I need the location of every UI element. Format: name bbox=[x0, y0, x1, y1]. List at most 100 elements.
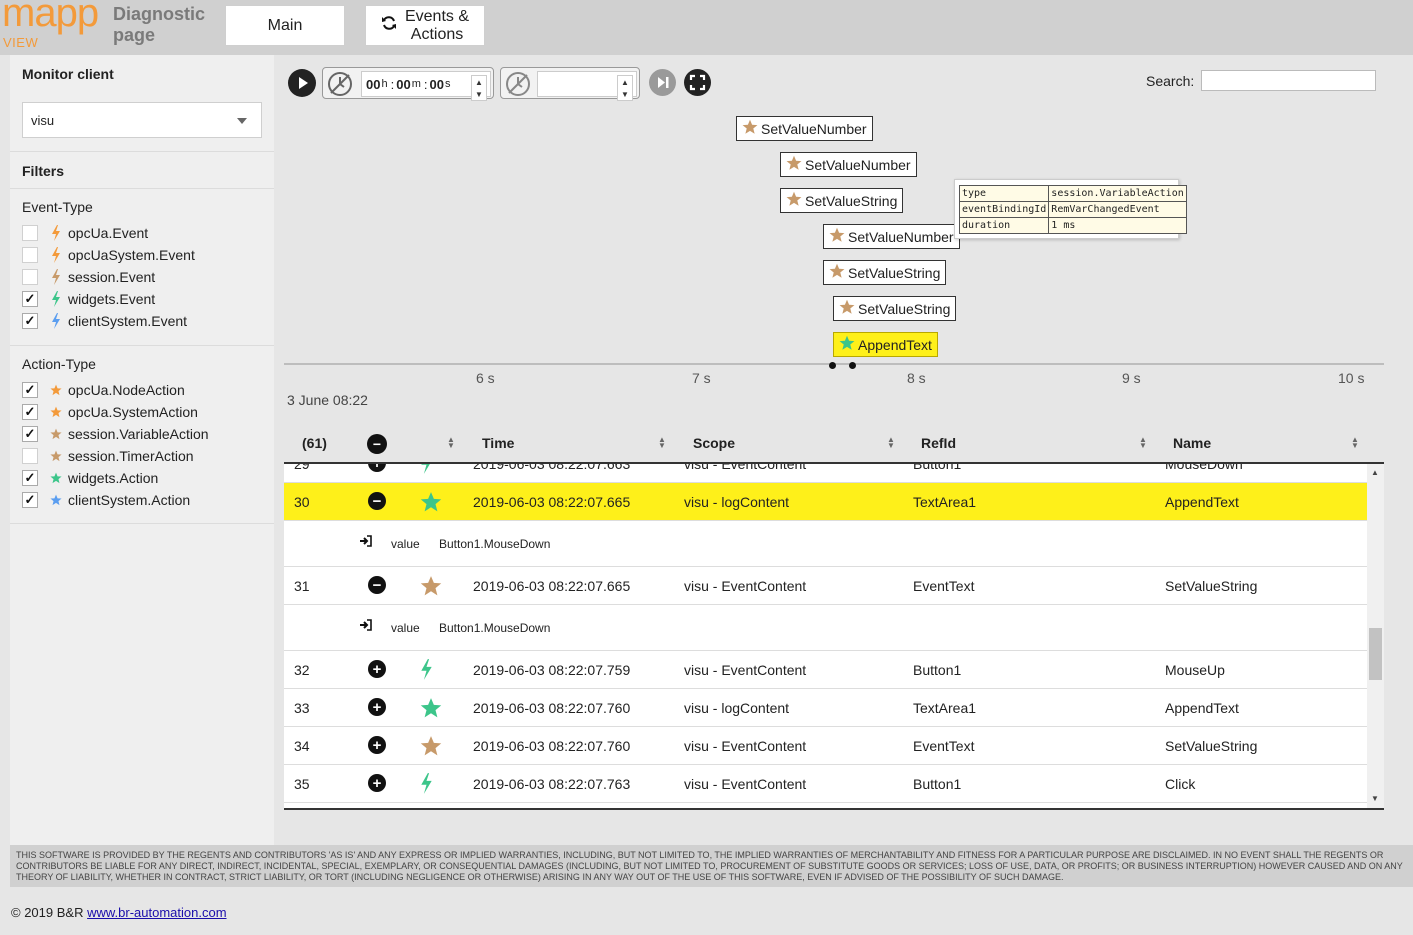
table-row[interactable]: 30 − 2019-06-03 08:22:07.665 visu - logCont… bbox=[284, 483, 1367, 521]
filter-event-item[interactable]: opcUaSystem.Event bbox=[22, 245, 195, 265]
row-detail: value Button1.MouseDown bbox=[284, 605, 1367, 651]
table-row[interactable]: 32 +2019-06-03 08:22:07.759 visu - EventCo… bbox=[284, 651, 1367, 689]
filter-checkbox[interactable]: ✓ bbox=[22, 313, 38, 329]
minus-icon: − bbox=[372, 492, 382, 510]
tab-main[interactable]: Main bbox=[225, 5, 345, 46]
filter-checkbox[interactable]: ✓ bbox=[22, 382, 38, 398]
filter-event-item[interactable]: session.Event bbox=[22, 267, 155, 287]
filter-checkbox[interactable]: ✓ bbox=[22, 492, 38, 508]
filter-checkbox[interactable]: ✓ bbox=[22, 291, 38, 307]
table-row[interactable]: 29 +2019-06-03 08:22:07.663 visu - EventCo… bbox=[284, 464, 1367, 483]
timer-off-icon[interactable] bbox=[327, 71, 353, 100]
column-header-scope[interactable]: Scope bbox=[693, 435, 735, 451]
time-offset-input[interactable]: 00 h:00 m:00 s ▲ ▼ bbox=[361, 71, 491, 101]
row-refid: EventText bbox=[913, 738, 975, 754]
tab-events-actions[interactable]: Events & Actions bbox=[365, 5, 485, 46]
duration-spinner[interactable]: ▲ ▼ bbox=[617, 75, 633, 101]
table-row[interactable]: 31 − 2019-06-03 08:22:07.665 visu - EventCo… bbox=[284, 567, 1367, 605]
column-header-time[interactable]: Time bbox=[482, 435, 514, 451]
timeline-item[interactable]: SetValueNumber bbox=[780, 152, 917, 177]
timer-minutes: 00 bbox=[396, 76, 411, 92]
timeline-item[interactable]: SetValueNumber bbox=[823, 224, 960, 249]
filter-checkbox[interactable] bbox=[22, 269, 38, 285]
sort-icon[interactable]: ▲ ▼ bbox=[1139, 436, 1147, 450]
row-name: AppendText bbox=[1165, 700, 1239, 716]
filter-action-item[interactable]: session.TimerAction bbox=[22, 446, 194, 466]
expand-row-button[interactable]: + bbox=[368, 464, 386, 472]
scroll-thumb[interactable] bbox=[1369, 628, 1382, 680]
table-scrollbar[interactable]: ▲ ▼ bbox=[1367, 464, 1384, 809]
fit-view-button[interactable] bbox=[684, 69, 711, 96]
filter-checkbox[interactable]: ✓ bbox=[22, 426, 38, 442]
table-row[interactable]: 33 +2019-06-03 08:22:07.760 visu - logCont… bbox=[284, 689, 1367, 727]
row-id: 32 bbox=[294, 662, 310, 678]
minus-icon: − bbox=[372, 576, 382, 594]
column-header-refid[interactable]: RefId bbox=[921, 435, 956, 451]
filter-checkbox[interactable] bbox=[22, 225, 38, 241]
filter-event-item[interactable]: ✓ widgets.Event bbox=[22, 289, 155, 309]
row-refid: Button1 bbox=[913, 776, 962, 792]
tooltip-key: duration bbox=[958, 217, 1050, 234]
timer-off-icon[interactable] bbox=[505, 71, 531, 100]
timeline-item[interactable]: SetValueString bbox=[833, 296, 957, 321]
skip-next-button[interactable] bbox=[649, 69, 676, 96]
timeline-item[interactable]: SetValueNumber bbox=[736, 116, 873, 141]
plus-icon: + bbox=[372, 660, 382, 678]
sort-icon[interactable]: ▲ ▼ bbox=[447, 436, 455, 450]
filter-label: clientSystem.Action bbox=[68, 492, 191, 508]
plus-icon: + bbox=[372, 774, 382, 792]
collapse-row-button[interactable]: − bbox=[368, 576, 386, 594]
scroll-up-icon[interactable]: ▲ bbox=[1371, 468, 1379, 477]
filter-checkbox[interactable] bbox=[22, 448, 38, 464]
timeline-marker[interactable] bbox=[849, 362, 856, 369]
filter-checkbox[interactable] bbox=[22, 247, 38, 263]
timer-unit-m: m bbox=[411, 78, 421, 90]
filter-action-item[interactable]: ✓ session.VariableAction bbox=[22, 424, 209, 444]
row-count: (61) bbox=[302, 435, 327, 451]
timer-separator: : bbox=[390, 76, 395, 92]
refresh-icon bbox=[381, 15, 397, 36]
expand-row-button[interactable]: + bbox=[368, 736, 386, 754]
duration-input[interactable]: ▲ ▼ bbox=[537, 71, 637, 101]
input-arrow-icon bbox=[359, 619, 372, 634]
filter-event-item[interactable]: opcUa.Event bbox=[22, 223, 148, 243]
expand-row-button[interactable]: + bbox=[368, 698, 386, 716]
sort-icon[interactable]: ▲ ▼ bbox=[658, 436, 666, 450]
search-input[interactable] bbox=[1201, 70, 1376, 91]
sort-icon[interactable]: ▲ ▼ bbox=[887, 436, 895, 450]
filter-action-item[interactable]: ✓ opcUa.SystemAction bbox=[22, 402, 198, 422]
timeline-marker[interactable] bbox=[829, 362, 836, 369]
filter-action-item[interactable]: ✓ clientSystem.Action bbox=[22, 490, 190, 510]
skip-next-icon bbox=[658, 77, 669, 88]
play-icon bbox=[299, 77, 308, 89]
filter-checkbox[interactable]: ✓ bbox=[22, 404, 38, 420]
filter-checkbox[interactable]: ✓ bbox=[22, 470, 38, 486]
column-header-name[interactable]: Name bbox=[1173, 435, 1211, 451]
collapse-all-button[interactable]: − bbox=[367, 434, 387, 454]
row-time: 2019-06-03 08:22:07.759 bbox=[473, 662, 631, 678]
row-refid: Button1 bbox=[913, 662, 962, 678]
search-label: Search: bbox=[1146, 73, 1195, 89]
timer-spinner[interactable]: ▲ ▼ bbox=[471, 75, 487, 101]
play-button[interactable] bbox=[288, 69, 316, 97]
timeline-item[interactable]: SetValueString bbox=[823, 260, 947, 285]
client-select[interactable]: visu bbox=[22, 102, 262, 138]
sort-icon[interactable]: ▲ ▼ bbox=[1351, 436, 1359, 450]
filter-action-item[interactable]: ✓ opcUa.NodeAction bbox=[22, 380, 185, 400]
tooltip-value: session.VariableAction bbox=[1048, 185, 1187, 202]
table-row[interactable]: 34 +2019-06-03 08:22:07.760 visu - EventCo… bbox=[284, 727, 1367, 765]
filter-event-item[interactable]: ✓ clientSystem.Event bbox=[22, 311, 187, 331]
collapse-row-button[interactable]: − bbox=[368, 492, 386, 510]
filter-action-item[interactable]: ✓ widgets.Action bbox=[22, 468, 158, 488]
scroll-down-icon[interactable]: ▼ bbox=[1371, 794, 1379, 803]
timeline-item[interactable]: AppendText bbox=[833, 332, 938, 357]
star-icon bbox=[420, 491, 442, 516]
table-row[interactable]: 35 +2019-06-03 08:22:07.763 visu - EventCo… bbox=[284, 765, 1367, 803]
timer-unit-s: s bbox=[444, 78, 451, 90]
input-arrow-icon bbox=[359, 535, 372, 550]
star-icon bbox=[839, 299, 855, 318]
company-link[interactable]: www.br-automation.com bbox=[87, 905, 226, 920]
expand-row-button[interactable]: + bbox=[368, 660, 386, 678]
timeline-item[interactable]: SetValueString bbox=[780, 188, 904, 213]
expand-row-button[interactable]: + bbox=[368, 774, 386, 792]
